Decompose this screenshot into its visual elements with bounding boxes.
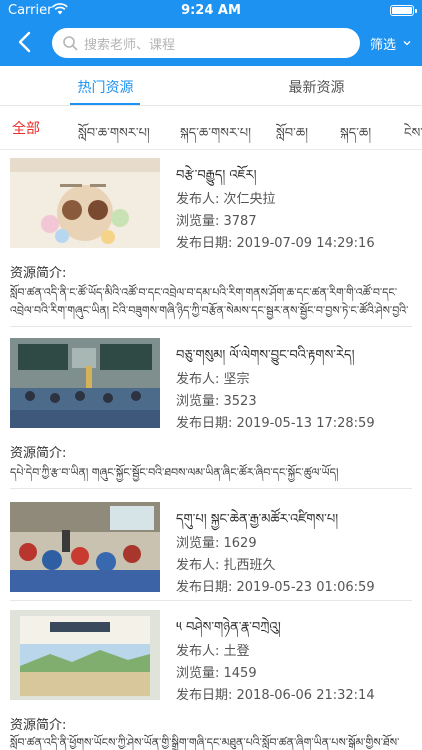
publisher-value: 扎西班久: [223, 558, 276, 573]
resource-publisher: 发布人: 坚宗: [176, 368, 250, 387]
resource-views: 浏览量: 3787: [176, 210, 257, 229]
filter-label: 筛选: [370, 38, 397, 53]
list-item[interactable]: བཅུ་གསུམ། ལོ་ལེགས་བྱུང་བའི་རྟགས་རེད། 发布人…: [10, 338, 412, 490]
date-value: 2019-07-09 14:29:16: [236, 236, 375, 251]
category-all[interactable]: 全部: [12, 118, 40, 138]
search-input[interactable]: 搜索老师、课程: [52, 28, 360, 58]
resource-thumbnail: [10, 338, 160, 428]
views-label: 浏览量:: [176, 214, 224, 229]
resource-description: དཔེ་དེབ་ཀྱི་རྩ་བ་ཡིན། གཞུང་སྐྱོང་སྦྱོང་བ…: [10, 466, 339, 479]
resource-date: 发布日期: 2019-05-23 01:06:59: [176, 576, 375, 595]
category-item[interactable]: སློབ་ཆ་གསར་པ།: [78, 118, 150, 149]
resource-publisher: 发布人: 次仁央拉: [176, 188, 276, 207]
resource-views: 浏览量: 3523: [176, 390, 257, 409]
resource-thumbnail: [10, 502, 160, 592]
resource-description: སློབ་ཚན་འདི་ནི་ཕྱོགས་ཡོངས་ཀྱི་ཤེས་ཡོན་གྱ…: [10, 736, 400, 749]
category-item[interactable]: སྐད་ཆ།: [340, 118, 371, 149]
navigation-bar: Carrier 9:24 AM 搜索老师、课程 筛选: [0, 0, 422, 66]
date-label: 发布日期:: [176, 236, 237, 251]
tab-latest-resources[interactable]: 最新资源: [211, 77, 422, 97]
views-value: 1629: [223, 536, 257, 551]
resource-publisher: 发布人: 土登: [176, 640, 250, 659]
views-value: 1459: [223, 666, 257, 681]
date-label: 发布日期:: [176, 580, 237, 595]
publisher-label: 发布人:: [176, 372, 224, 387]
resource-date: 发布日期: 2019-05-13 17:28:59: [176, 412, 375, 431]
date-value: 2019-05-23 01:06:59: [236, 580, 375, 595]
divider: [10, 600, 412, 601]
views-label: 浏览量:: [176, 666, 224, 681]
publisher-value: 次仁央拉: [223, 192, 276, 207]
chevron-down-icon: [403, 41, 411, 46]
resource-publisher: 发布人: 扎西班久: [176, 554, 276, 573]
list-item[interactable]: ༥ བཤེས་གཉེན་རྣ་བཀྲེའུ། 发布人: 土登 浏览量: 1459…: [10, 610, 412, 750]
publisher-label: 发布人:: [176, 644, 224, 659]
search-icon: [63, 36, 78, 51]
views-label: 浏览量:: [176, 536, 224, 551]
back-arrow-icon[interactable]: [14, 30, 36, 54]
resource-thumbnail: [10, 610, 160, 700]
publisher-value: 坚宗: [223, 372, 250, 387]
description-label: 资源简介:: [10, 718, 67, 733]
publisher-value: 土登: [223, 644, 250, 659]
views-value: 3523: [223, 394, 257, 409]
list-item[interactable]: དགུ་པ། སྐྱང་ཆེན་རྒྱ་མཚོར་འཛིགས་པ། 浏览量: 1…: [10, 502, 412, 602]
battery-icon: [390, 5, 417, 16]
date-label: 发布日期:: [176, 688, 237, 703]
description-label: 资源简介:: [10, 266, 67, 281]
date-label: 发布日期:: [176, 416, 237, 431]
divider: [10, 326, 412, 327]
search-placeholder: 搜索老师、课程: [84, 38, 176, 53]
category-filter-bar: 全部 སློབ་ཆ་གསར་པ། སྐད་ཆ་གསར་པ། སློབ་ཆ། སྐ…: [0, 106, 422, 150]
resource-tabs: 热门资源 最新资源: [0, 66, 422, 106]
category-item[interactable]: ངེས་: [404, 118, 422, 149]
resource-description: སློབ་ཚན་འདི་ནི་ང་ཚོ་ཡོད་མིའི་འཚོ་བ་དང་འབ…: [10, 286, 409, 317]
filter-button[interactable]: 筛选: [370, 34, 411, 53]
resource-thumbnail: [10, 158, 160, 248]
list-item[interactable]: བརྩེ་བརྒྱུད། འཇོར། 发布人: 次仁央拉 浏览量: 3787 发…: [10, 158, 412, 328]
resource-views: 浏览量: 1629: [176, 532, 257, 551]
category-item[interactable]: སྐད་ཆ་གསར་པ།: [180, 118, 251, 149]
resource-views: 浏览量: 1459: [176, 662, 257, 681]
divider: [10, 488, 412, 489]
clock: 9:24 AM: [181, 3, 241, 18]
active-tab-indicator: [70, 103, 140, 105]
date-value: 2018-06-06 21:32:14: [236, 688, 375, 703]
resource-date: 发布日期: 2018-06-06 21:32:14: [176, 684, 375, 703]
publisher-label: 发布人:: [176, 558, 224, 573]
views-label: 浏览量:: [176, 394, 224, 409]
date-value: 2019-05-13 17:28:59: [236, 416, 375, 431]
resource-date: 发布日期: 2019-07-09 14:29:16: [176, 232, 375, 251]
publisher-label: 发布人:: [176, 192, 224, 207]
tab-hot-resources[interactable]: 热门资源: [0, 77, 211, 97]
category-item[interactable]: སློབ་ཆ།: [276, 118, 308, 149]
description-label: 资源简介:: [10, 446, 67, 461]
status-bar: Carrier 9:24 AM: [0, 0, 422, 22]
views-value: 3787: [223, 214, 257, 229]
